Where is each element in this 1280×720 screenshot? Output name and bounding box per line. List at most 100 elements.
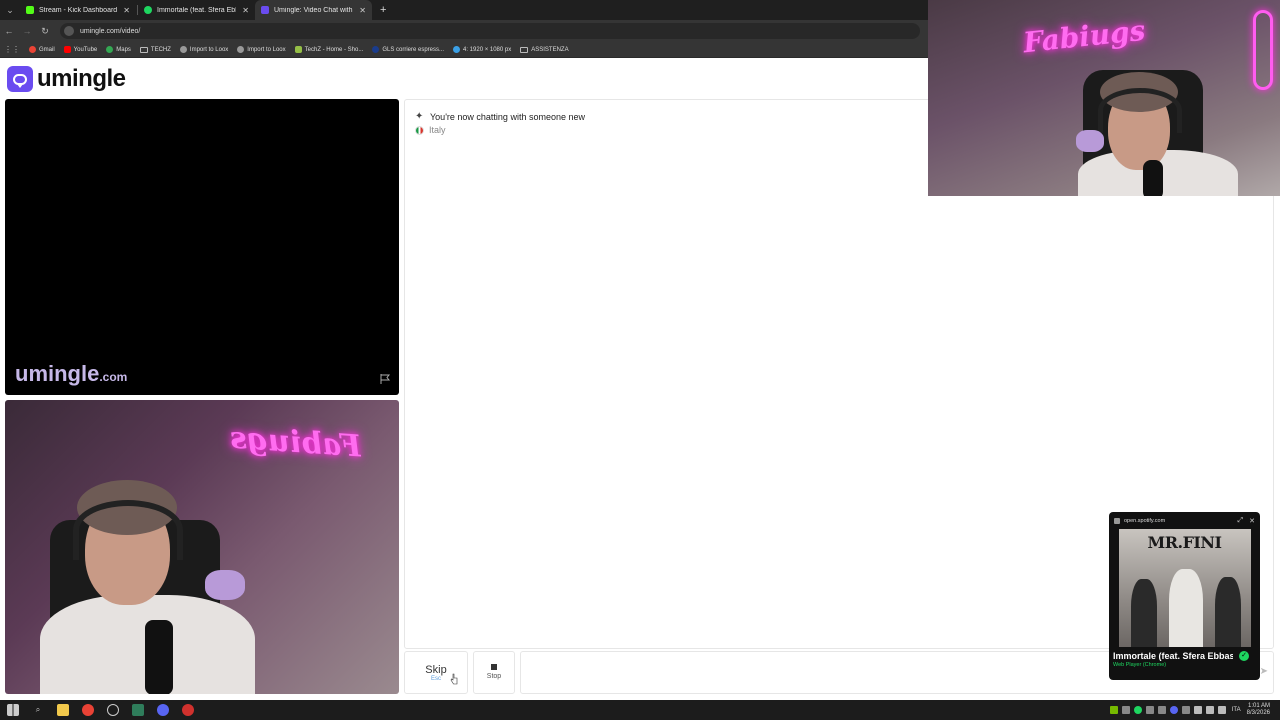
logo-text: umingle xyxy=(37,65,126,92)
bookmark-resolution[interactable]: 4: 1920 × 1080 px xyxy=(453,46,511,53)
globe-icon xyxy=(237,46,245,53)
status-message-text: You're now chatting with someone new xyxy=(430,111,585,122)
bookmark-label: Import to Loox xyxy=(189,46,229,53)
site-info-icon[interactable] xyxy=(64,26,74,36)
record-icon[interactable] xyxy=(182,704,194,716)
report-flag-icon[interactable] xyxy=(379,373,391,385)
maps-icon xyxy=(106,46,114,53)
tray-icon[interactable] xyxy=(1181,706,1190,714)
bookmark-label: YouTube xyxy=(73,46,98,53)
album-cover: MR.FINI xyxy=(1118,529,1251,647)
windows-start-icon[interactable] xyxy=(7,704,19,716)
hand-purple-object xyxy=(205,570,245,600)
system-tray: ITA 1:01 AM 8/3/2026 xyxy=(1109,700,1280,720)
tray-icon[interactable] xyxy=(1121,706,1130,714)
microphone xyxy=(145,620,173,694)
reload-icon[interactable]: ↻ xyxy=(36,26,54,37)
bookmark-folder-assistenza[interactable]: ASSISTENZA xyxy=(520,46,569,53)
bookmark-gmail[interactable]: Gmail xyxy=(29,46,55,53)
close-tab-icon[interactable]: ✕ xyxy=(242,6,249,15)
youtube-icon xyxy=(63,46,71,53)
stranger-video: umingle.com xyxy=(5,99,399,395)
close-tab-icon[interactable]: ✕ xyxy=(359,6,366,15)
close-icon[interactable]: ✕ xyxy=(1249,517,1255,525)
close-tab-icon[interactable]: ✕ xyxy=(123,6,130,15)
bookmark-folder-techz[interactable]: TECHZ xyxy=(139,46,171,53)
new-tab-icon[interactable]: + xyxy=(380,4,386,16)
skip-button[interactable]: Skip Esc xyxy=(404,651,468,694)
file-explorer-icon[interactable] xyxy=(57,704,69,716)
obs-icon[interactable] xyxy=(107,704,119,716)
back-icon[interactable]: ← xyxy=(0,26,18,36)
neon-sign-text: Fabiugs xyxy=(228,420,363,465)
app-icon[interactable] xyxy=(132,704,144,716)
windows-taskbar: ⌕ ITA 1:01 AM 8/3/2026 xyxy=(0,700,1280,720)
clock-time: 1:01 AM xyxy=(1247,703,1270,709)
headset xyxy=(73,500,183,560)
tray-icon[interactable] xyxy=(1157,706,1166,714)
bookmark-import-loox-1[interactable]: Import to Loox xyxy=(179,46,229,53)
search-icon[interactable]: ⌕ xyxy=(32,704,44,716)
battery-icon[interactable] xyxy=(1217,706,1226,714)
gmail-icon xyxy=(29,46,36,53)
tray-icon[interactable] xyxy=(1133,706,1142,714)
nvidia-icon[interactable] xyxy=(1109,706,1118,714)
shopify-icon xyxy=(294,46,302,53)
saved-check-icon[interactable]: ✓ xyxy=(1239,651,1249,661)
stop-square-icon xyxy=(491,664,497,670)
watermark-main: umingle xyxy=(15,361,100,386)
tab-umingle[interactable]: Umingle: Video Chat with S... ✕ xyxy=(255,0,372,20)
stop-button[interactable]: Stop xyxy=(473,651,515,694)
bookmark-techz-shop[interactable]: TechZ - Home - Sho... xyxy=(294,46,364,53)
umingle-watermark: umingle.com xyxy=(15,361,127,387)
bookmark-label: TechZ - Home - Sho... xyxy=(304,46,364,53)
player-label: Web Player (Chrome) xyxy=(1113,662,1167,668)
sparkle-icon: ✦ xyxy=(415,111,424,122)
stranger-country: Italy xyxy=(415,125,446,135)
bookmark-maps[interactable]: Maps xyxy=(106,46,131,53)
spotify-mini-player[interactable]: open.spotify.com ⤢ ✕ MR.FINI Immortale (… xyxy=(1109,512,1260,680)
system-message: ✦ You're now chatting with someone new xyxy=(415,111,585,122)
bookmark-label: ASSISTENZA xyxy=(531,46,569,53)
cover-figure xyxy=(1214,577,1241,647)
bookmark-gls[interactable]: GLS corriere espress... xyxy=(372,46,444,53)
watermark-domain: .com xyxy=(99,370,128,384)
umingle-logo[interactable]: umingle xyxy=(7,65,126,93)
tab-search-icon[interactable]: ⌄ xyxy=(0,0,20,20)
headset xyxy=(1098,88,1182,133)
discord-icon[interactable] xyxy=(157,704,169,716)
bookmark-youtube[interactable]: YouTube xyxy=(63,46,98,53)
tab-kick-dashboard[interactable]: Stream - Kick Dashboard ✕ xyxy=(20,0,137,20)
globe-icon xyxy=(179,46,187,53)
cover-figure xyxy=(1168,569,1203,647)
apps-grid-icon[interactable]: ⋮⋮ xyxy=(4,45,20,54)
url-text: umingle.com/video/ xyxy=(80,27,141,35)
tab-title: Immortale (feat. Sfera Ebb... xyxy=(157,6,237,14)
gls-icon xyxy=(372,46,380,53)
bookmark-label: 4: 1920 × 1080 px xyxy=(463,46,512,53)
spotify-favicon-icon xyxy=(144,6,152,14)
clock[interactable]: 1:01 AM 8/3/2026 xyxy=(1247,703,1270,717)
tray-icon[interactable] xyxy=(1145,706,1154,714)
tray-icon[interactable] xyxy=(1169,706,1178,714)
back-to-tab-icon[interactable]: ⤢ xyxy=(1238,517,1244,525)
neon-light-right xyxy=(1253,10,1273,90)
source-host: open.spotify.com xyxy=(1124,517,1166,524)
bookmark-label: Maps xyxy=(116,46,131,53)
send-icon[interactable]: ➤ xyxy=(1260,666,1268,677)
forward-icon[interactable]: → xyxy=(18,26,36,36)
language-indicator[interactable]: ITA xyxy=(1232,707,1241,713)
italy-flag-icon xyxy=(415,125,424,135)
circle-icon xyxy=(453,46,461,53)
kick-favicon-icon xyxy=(26,6,34,14)
bookmark-label: Gmail xyxy=(39,46,55,53)
cover-figure xyxy=(1130,579,1157,647)
wifi-icon[interactable] xyxy=(1193,706,1202,714)
chrome-icon[interactable] xyxy=(82,704,94,716)
tab-spotify[interactable]: Immortale (feat. Sfera Ebb... ✕ xyxy=(138,0,255,20)
bookmark-import-loox-2[interactable]: Import to Loox xyxy=(237,46,286,53)
site-settings-icon[interactable] xyxy=(1114,517,1120,524)
address-bar[interactable]: umingle.com/video/ xyxy=(60,23,920,39)
stop-label: Stop xyxy=(486,673,502,680)
speaker-icon[interactable] xyxy=(1205,706,1214,714)
